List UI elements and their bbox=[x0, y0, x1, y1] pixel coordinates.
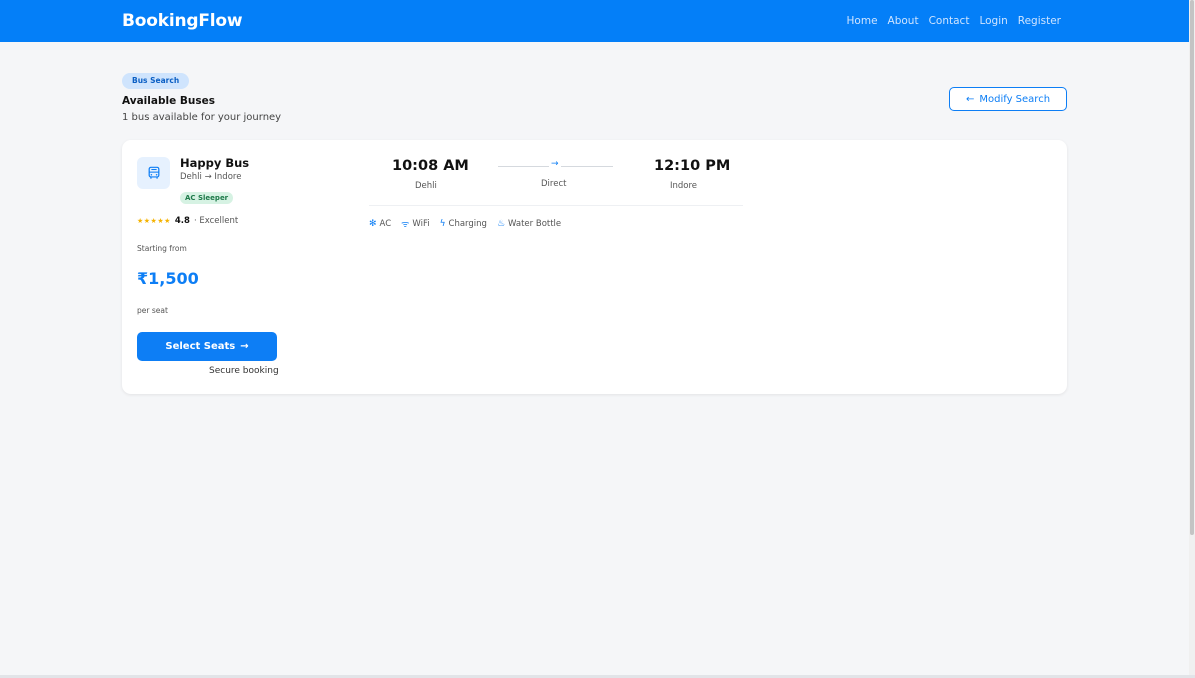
arrival-city: Indore bbox=[670, 181, 698, 191]
bus-result-card: Happy Bus Dehli → Indore AC Sleeper ★★★★… bbox=[122, 140, 1067, 394]
scrollbar-thumb[interactable] bbox=[1190, 0, 1194, 535]
rating-value: 4.8 bbox=[174, 216, 190, 226]
nav-link-home[interactable]: Home bbox=[847, 15, 878, 27]
divider bbox=[369, 205, 743, 206]
bus-icon-glyph bbox=[148, 166, 159, 179]
amenity-water-bottle: ♨ Water Bottle bbox=[497, 217, 561, 230]
modify-search-label: Modify Search bbox=[979, 93, 1051, 105]
bus-icon bbox=[137, 157, 170, 189]
starting-from-label: Starting from bbox=[137, 244, 187, 253]
rating-label: · Excellent bbox=[193, 216, 239, 226]
rating: ★★★★★ 4.8 · Excellent bbox=[137, 216, 238, 226]
amenity-label: Charging bbox=[448, 218, 487, 229]
lightning-icon: ϟ bbox=[439, 218, 446, 229]
amenity-label: WiFi bbox=[412, 218, 430, 229]
arrow-right-icon: → bbox=[240, 341, 249, 352]
modify-search-button[interactable]: ← Modify Search bbox=[949, 87, 1067, 111]
amenity-label: Water Bottle bbox=[508, 218, 562, 229]
amenities-list: ✻ AC ᯤ WiFi ϟ Charging ♨ Water Bottle bbox=[369, 217, 561, 231]
amenity-charging: ϟ Charging bbox=[440, 217, 487, 230]
main-content: Bus Search Available Buses 1 bus availab… bbox=[122, 42, 1067, 394]
amenity-wifi: ᯤ WiFi bbox=[401, 217, 430, 231]
star-icons: ★★★★★ bbox=[137, 217, 171, 225]
route-type: Direct bbox=[541, 179, 567, 189]
amenity-ac: ✻ AC bbox=[369, 217, 391, 230]
nav-link-login[interactable]: Login bbox=[979, 15, 1007, 27]
nav-link-register[interactable]: Register bbox=[1018, 15, 1061, 27]
results-header: Bus Search Available Buses 1 bus availab… bbox=[122, 42, 1067, 140]
route-arrow-icon: → bbox=[549, 159, 561, 169]
bottle-icon: ♨ bbox=[496, 218, 506, 229]
bus-operator-name: Happy Bus bbox=[180, 156, 250, 170]
departure-city: Dehli bbox=[415, 181, 437, 191]
section-pill: Bus Search bbox=[122, 73, 190, 89]
bus-type-badge: AC Sleeper bbox=[180, 192, 234, 204]
secure-booking-label: Secure booking bbox=[209, 366, 279, 376]
snowflake-icon: ✻ bbox=[369, 218, 377, 229]
page-scrollbar[interactable] bbox=[1189, 0, 1195, 678]
nav-link-contact[interactable]: Contact bbox=[929, 15, 970, 27]
wifi-icon: ᯤ bbox=[401, 220, 410, 230]
per-seat-label: per seat bbox=[137, 306, 168, 315]
amenity-label: AC bbox=[379, 218, 392, 229]
top-navbar: BookingFlow Home About Contact Login Reg… bbox=[0, 0, 1195, 42]
nav-link-about[interactable]: About bbox=[888, 15, 919, 27]
brand-logo[interactable]: BookingFlow bbox=[122, 11, 243, 31]
bus-route: Dehli → Indore bbox=[180, 172, 242, 182]
page-title: Available Buses bbox=[122, 95, 215, 107]
arrival-time: 12:10 PM bbox=[654, 158, 731, 174]
results-count: 1 bus available for your journey bbox=[122, 112, 282, 123]
departure-time: 10:08 AM bbox=[392, 158, 469, 174]
price: ₹1,500 bbox=[137, 269, 199, 288]
arrow-left-icon: ← bbox=[965, 93, 975, 105]
select-seats-button[interactable]: Select Seats → bbox=[137, 332, 277, 361]
select-seats-label: Select Seats bbox=[165, 341, 236, 352]
nav-links: Home About Contact Login Register bbox=[847, 15, 1061, 27]
